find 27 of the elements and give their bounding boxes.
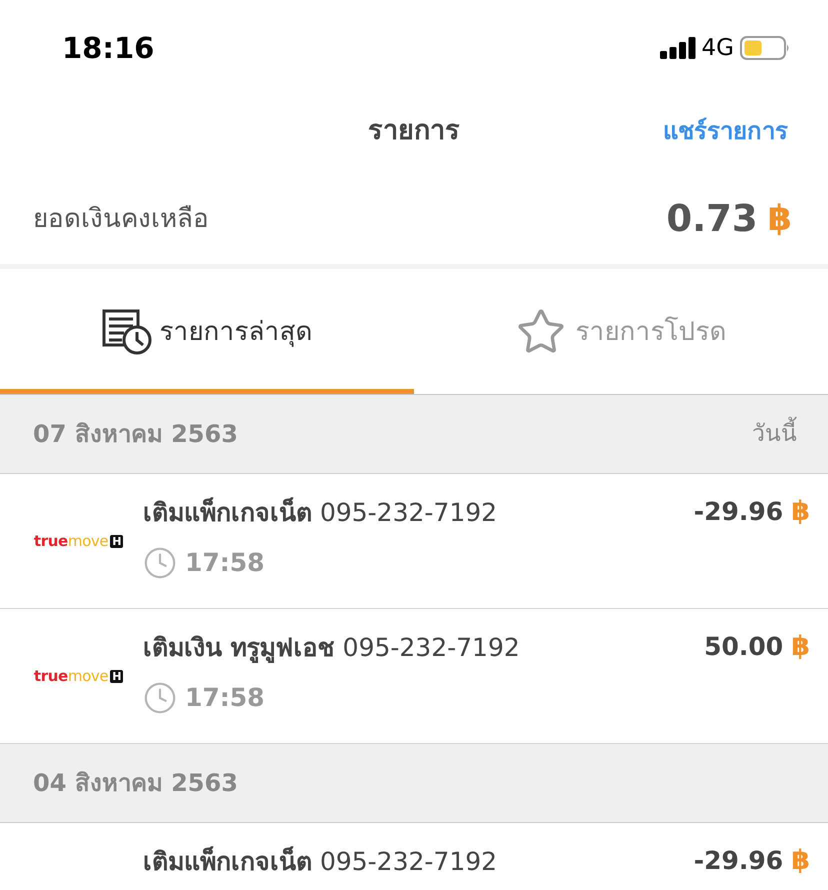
clock-icon: [143, 681, 177, 715]
clock-icon: [143, 546, 177, 580]
balance-amount: 0.73: [666, 197, 758, 241]
signal-icon: [660, 37, 696, 59]
network-type: 4G: [702, 34, 734, 62]
battery-icon: [740, 36, 790, 60]
transaction-title: เติมเงิน ทรูมูฟเอช 095-232-7192: [143, 632, 520, 665]
transaction-title: เติมแพ็กเกจเน็ต 095-232-7192: [143, 845, 498, 878]
transaction-title: เติมแพ็กเกจเน็ต 095-232-7192: [143, 496, 498, 529]
baht-symbol: ฿: [791, 496, 810, 528]
baht-symbol: ฿: [791, 845, 810, 877]
status-time: 18:16: [62, 31, 154, 65]
screen-title: รายการ: [368, 114, 460, 148]
date-text: 07 สิงหาคม 2563: [33, 419, 238, 450]
carrier-logo: truemove H: [34, 668, 124, 684]
document-clock-icon: [102, 308, 152, 354]
transaction-time: 17:58: [185, 683, 265, 713]
carrier-logo: truemove H: [34, 534, 124, 548]
balance-label: ยอดเงินคงเหลือ: [33, 203, 209, 236]
amount-text: 50.00: [704, 632, 784, 662]
transaction-time: 17:58: [185, 548, 265, 578]
date-text: 04 สิงหาคม 2563: [33, 768, 238, 799]
today-label: วันนี้: [752, 415, 797, 453]
amount-text: -29.96: [694, 846, 784, 876]
amount-text: -29.96: [694, 497, 784, 527]
baht-symbol: ฿: [768, 198, 792, 241]
baht-symbol: ฿: [791, 631, 810, 663]
